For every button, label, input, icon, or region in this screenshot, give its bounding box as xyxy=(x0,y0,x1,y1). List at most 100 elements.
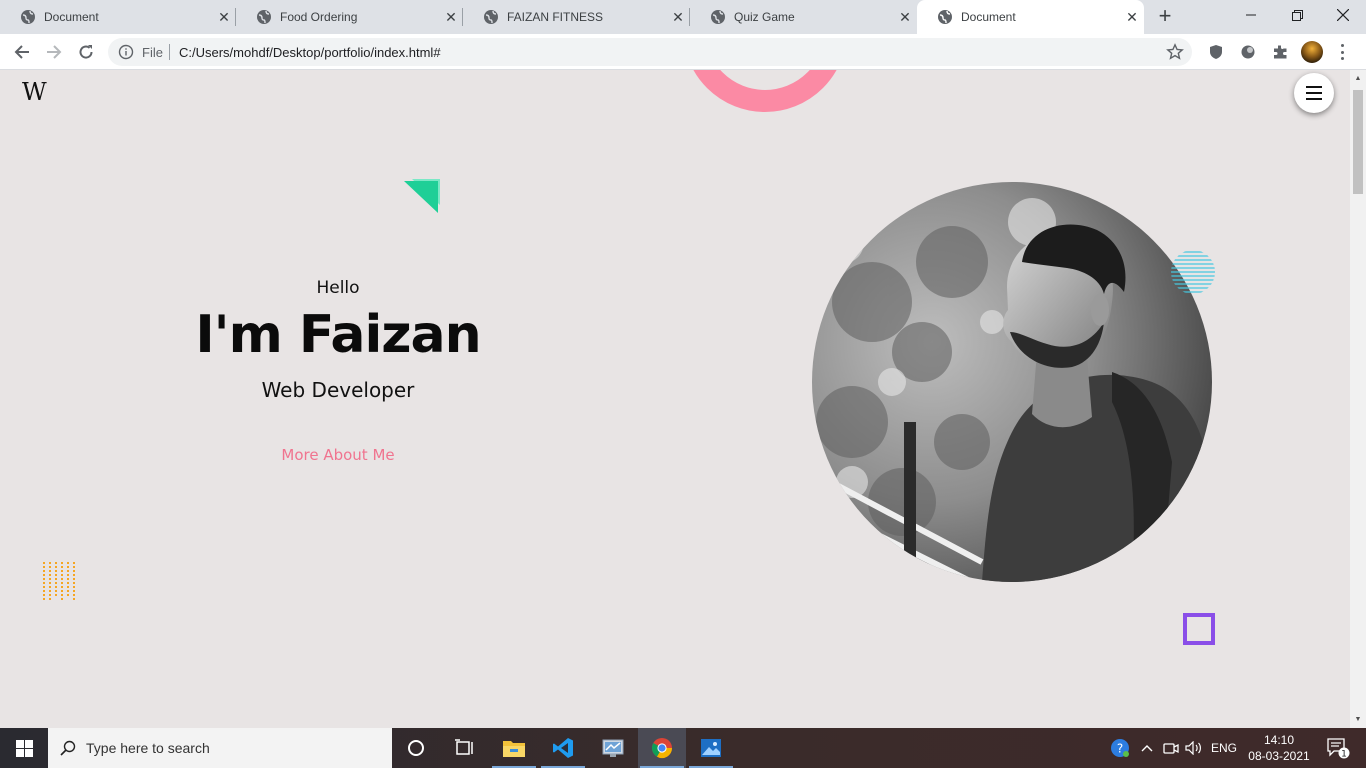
purple-square-decoration xyxy=(1183,613,1215,645)
orange-dots-decoration xyxy=(43,562,75,600)
tab-document-1[interactable]: Document ✕ xyxy=(0,0,236,34)
puzzle-icon xyxy=(1274,45,1287,59)
scroll-up-icon[interactable]: ▲ xyxy=(1354,75,1362,83)
forward-arrow-icon xyxy=(47,45,62,59)
task-view-button[interactable] xyxy=(440,728,488,768)
tab-label: Quiz Game xyxy=(734,10,795,24)
circle-extension[interactable] xyxy=(1238,42,1258,62)
tab-quiz-game[interactable]: Quiz Game ✕ xyxy=(690,0,917,34)
hero-role: Web Developer xyxy=(261,378,415,402)
tab-document-active[interactable]: Document ✕ xyxy=(917,0,1144,34)
browser-toolbar: File C:/Users/mohdf/Desktop/portfolio/in… xyxy=(0,34,1366,70)
cortana-icon xyxy=(408,740,424,756)
extensions-button[interactable] xyxy=(1270,42,1290,62)
restore-button[interactable] xyxy=(1274,0,1320,30)
action-center-button[interactable]: 1 xyxy=(1318,728,1358,768)
minimize-button[interactable] xyxy=(1228,0,1274,30)
tab-label: Food Ordering xyxy=(280,10,358,24)
back-button[interactable] xyxy=(8,38,36,66)
kebab-menu-icon xyxy=(1340,44,1344,47)
close-icon xyxy=(1337,9,1349,21)
new-tab-button[interactable]: + xyxy=(1152,5,1178,29)
page-scrollbar[interactable]: ▲ ▼ xyxy=(1350,70,1366,728)
system-clock[interactable]: 14:10 08-03-2021 xyxy=(1244,732,1314,764)
clock-date: 08-03-2021 xyxy=(1248,749,1310,763)
url-text[interactable]: C:/Users/mohdf/Desktop/portfolio/index.h… xyxy=(179,45,441,60)
shield-extension[interactable] xyxy=(1206,42,1226,62)
tab-label: Document xyxy=(961,10,1016,24)
photos-icon xyxy=(701,739,721,757)
globe-icon xyxy=(938,10,952,24)
globe-icon xyxy=(257,10,271,24)
control-panel-icon xyxy=(602,739,624,757)
close-window-button[interactable] xyxy=(1320,0,1366,30)
scheme-label: File xyxy=(142,45,163,60)
meet-now-icon xyxy=(1163,743,1179,754)
star-icon[interactable] xyxy=(1166,43,1184,61)
control-panel-button[interactable] xyxy=(589,728,637,768)
tab-faizan-fitness[interactable]: FAIZAN FITNESS ✕ xyxy=(463,0,690,34)
input-language[interactable]: ENG xyxy=(1206,728,1242,768)
vscode-icon xyxy=(553,738,573,758)
profile-avatar[interactable] xyxy=(1301,41,1323,63)
photos-button[interactable] xyxy=(687,728,735,768)
browser-menu-button[interactable] xyxy=(1334,42,1350,62)
chrome-icon xyxy=(651,738,673,759)
shield-icon xyxy=(1210,45,1222,59)
back-arrow-icon xyxy=(14,45,29,59)
profile-photo-image xyxy=(812,182,1212,582)
page-viewport: W Hello I'm Faizan Web Developer More Ab… xyxy=(0,70,1350,728)
reload-icon xyxy=(79,45,93,59)
tab-close-icon[interactable]: ✕ xyxy=(893,9,917,26)
chrome-button[interactable] xyxy=(638,728,686,768)
profile-photo xyxy=(812,182,1212,582)
tab-label: FAIZAN FITNESS xyxy=(507,10,604,24)
cortana-button[interactable] xyxy=(392,728,440,768)
hero-name: I'm Faizan xyxy=(195,305,481,365)
search-icon xyxy=(60,740,76,756)
tab-close-icon[interactable]: ✕ xyxy=(212,9,236,26)
tab-food-ordering[interactable]: Food Ordering ✕ xyxy=(236,0,463,34)
meet-now-button[interactable] xyxy=(1160,728,1182,768)
pink-ring-decoration xyxy=(693,70,837,112)
minimize-icon xyxy=(1246,14,1256,16)
file-explorer-button[interactable] xyxy=(490,728,538,768)
task-view-icon xyxy=(455,739,473,755)
volume-button[interactable] xyxy=(1183,728,1205,768)
volume-icon xyxy=(1185,741,1201,755)
hero-intro: Hello I'm Faizan Web Developer More Abou… xyxy=(138,270,538,465)
more-about-me-button[interactable]: More About Me xyxy=(281,446,394,464)
hamburger-menu-button[interactable] xyxy=(1294,73,1334,113)
notification-count: 1 xyxy=(1341,750,1347,760)
address-bar[interactable]: File C:/Users/mohdf/Desktop/portfolio/in… xyxy=(108,38,1192,66)
circle-extension-icon xyxy=(1241,45,1255,59)
file-explorer-icon xyxy=(503,741,525,757)
chevron-up-icon xyxy=(1141,745,1153,752)
taskbar-search-box[interactable]: Type here to search xyxy=(48,728,392,768)
tab-close-icon[interactable]: ✕ xyxy=(666,9,690,26)
cyan-striped-circle-decoration xyxy=(1171,251,1215,293)
windows-logo-icon xyxy=(15,739,33,757)
vscode-button[interactable] xyxy=(539,728,587,768)
tab-strip: Document ✕ Food Ordering ✕ FAIZAN FITNES… xyxy=(0,0,1366,34)
scroll-thumb[interactable] xyxy=(1353,90,1363,194)
tab-label: Document xyxy=(44,10,99,24)
globe-icon xyxy=(21,10,35,24)
clock-time: 14:10 xyxy=(1263,733,1295,747)
svg-text:?: ? xyxy=(1117,742,1123,756)
reload-button[interactable] xyxy=(72,38,100,66)
tab-close-icon[interactable]: ✕ xyxy=(1120,9,1144,26)
help-tray-button[interactable]: ? xyxy=(1106,728,1134,768)
tab-close-icon[interactable]: ✕ xyxy=(439,9,463,26)
hamburger-icon xyxy=(1306,86,1322,88)
notification-icon: 1 xyxy=(1327,738,1350,760)
info-icon[interactable] xyxy=(118,44,134,60)
show-hidden-icons-button[interactable] xyxy=(1138,728,1156,768)
search-placeholder: Type here to search xyxy=(86,740,210,756)
hero-greeting: Hello xyxy=(316,278,360,298)
site-logo[interactable]: W xyxy=(22,78,47,106)
forward-button[interactable] xyxy=(40,38,68,66)
start-button[interactable] xyxy=(0,728,48,768)
scroll-down-icon[interactable]: ▼ xyxy=(1354,716,1362,724)
green-triangle-decoration xyxy=(404,179,440,213)
